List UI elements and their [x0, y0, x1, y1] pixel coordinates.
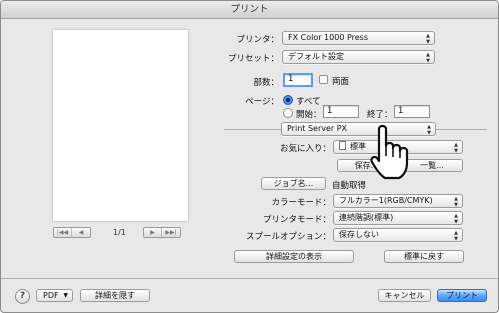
print-mode-value: 連続階調(標準): [339, 213, 394, 222]
printer-label: プリンタ：: [236, 35, 279, 45]
hide-details-button[interactable]: 詳細を隠す: [80, 289, 150, 302]
footer-divider: [1, 278, 498, 279]
next-page-icon[interactable]: ▶: [144, 228, 162, 237]
job-name-button[interactable]: ジョブ名...: [261, 177, 326, 190]
print-dialog: プリント |◀◀ ◀ 1/1 ▶ ▶▶| プリンタ： FX Color 1000…: [0, 0, 499, 313]
spool-select[interactable]: 保存しない ▲ ▼: [333, 228, 463, 242]
copies-label: 部数：: [253, 78, 279, 88]
pages-all-label: すべて: [296, 97, 321, 107]
pages-all-radio[interactable]: [283, 95, 293, 105]
favorites-label: お気に入り：: [279, 144, 331, 154]
first-page-icon[interactable]: |◀◀: [54, 228, 72, 237]
color-mode-label: カラーモード：: [271, 198, 331, 208]
help-icon[interactable]: ?: [15, 289, 30, 304]
color-mode-value: フルカラー1(RGB/CMYK): [339, 196, 433, 205]
popup-arrows-icon: ▲ ▼: [454, 142, 458, 154]
panel-value: Print Server PX: [287, 124, 348, 133]
popup-arrows-icon: ▲ ▼: [426, 33, 430, 45]
pages-label: ページ：: [245, 97, 279, 107]
duplex-checkbox[interactable]: [319, 75, 328, 84]
pages-to-field[interactable]: 1: [394, 105, 430, 118]
pdf-menu-button[interactable]: PDF ▼: [36, 289, 73, 302]
pdf-label: PDF: [43, 291, 59, 300]
pages-to-label: 終了：: [367, 110, 393, 120]
copies-field[interactable]: 1: [283, 73, 313, 87]
last-page-icon[interactable]: ▶▶|: [162, 228, 180, 237]
popup-arrows-icon: ▲ ▼: [426, 52, 430, 64]
chevron-down-icon: ▼: [63, 292, 68, 299]
page-indicator: 1/1: [113, 228, 126, 237]
popup-arrows-icon: ▲ ▼: [454, 213, 458, 225]
pointing-hand-icon: [370, 124, 409, 180]
prev-page-icon[interactable]: ◀: [72, 228, 90, 237]
preview-nav-back: |◀◀ ◀: [53, 227, 91, 238]
favorites-value: 標準: [350, 142, 366, 151]
preset-select[interactable]: デフォルト設定 ▲ ▼: [282, 50, 435, 64]
print-button[interactable]: プリント: [437, 289, 487, 302]
print-mode-label: プリンタモード：: [262, 215, 331, 225]
window-title: プリント: [1, 1, 498, 19]
print-mode-select[interactable]: 連続階調(標準) ▲ ▼: [333, 211, 463, 225]
duplex-label: 両面: [332, 77, 350, 87]
spool-value: 保存しない: [339, 230, 379, 239]
preview-nav-forward: ▶ ▶▶|: [143, 227, 181, 238]
reset-defaults-button[interactable]: 標準に戻す: [384, 250, 464, 263]
popup-arrows-icon: ▲ ▼: [454, 196, 458, 208]
cancel-button[interactable]: キャンセル: [378, 289, 431, 302]
pages-range-radio[interactable]: [283, 108, 293, 118]
page-preview: [53, 30, 188, 221]
document-icon: [339, 141, 346, 150]
job-name-value: 自動取得: [332, 181, 367, 191]
printer-select[interactable]: FX Color 1000 Press ▲ ▼: [282, 31, 435, 45]
preset-label: プリセット：: [227, 54, 279, 64]
popup-arrows-icon: ▲ ▼: [454, 230, 458, 242]
preset-value: デフォルト設定: [288, 52, 344, 61]
show-details-button[interactable]: 詳細設定の表示: [234, 250, 354, 263]
spool-label: スプールオプション：: [245, 232, 331, 242]
pages-from-label: 開始：: [296, 110, 322, 120]
color-mode-select[interactable]: フルカラー1(RGB/CMYK) ▲ ▼: [333, 194, 463, 208]
pages-from-field[interactable]: 1: [323, 105, 359, 118]
popup-arrows-icon: ▲ ▼: [427, 124, 431, 136]
printer-value: FX Color 1000 Press: [288, 33, 369, 42]
